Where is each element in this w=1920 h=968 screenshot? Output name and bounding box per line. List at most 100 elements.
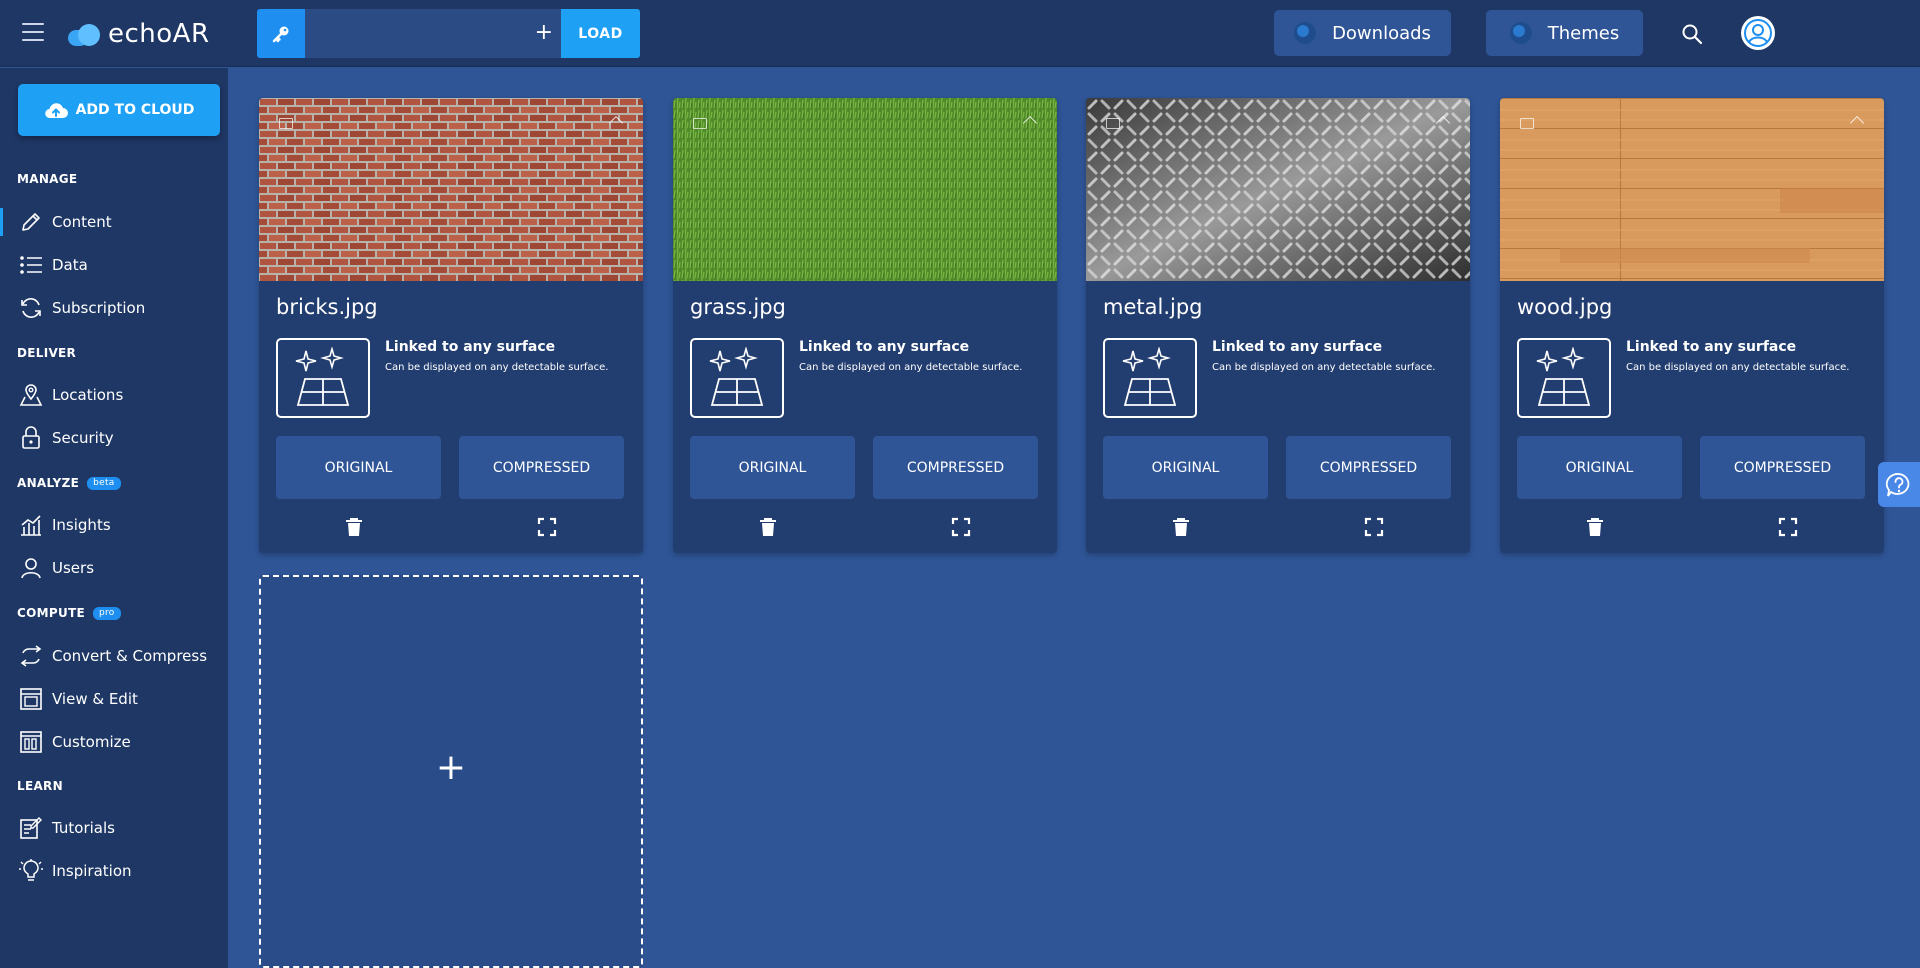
trash-icon[interactable]	[1586, 517, 1604, 537]
surface-sparkle-icon	[276, 338, 370, 418]
original-button[interactable]: ORIGINAL	[1103, 436, 1268, 499]
section-analyze: ANALYZE beta	[17, 476, 121, 490]
surface-title: Linked to any surface	[385, 339, 556, 355]
surface-title: Linked to any surface	[1626, 339, 1797, 355]
search-icon[interactable]	[1680, 22, 1704, 46]
fullscreen-icon[interactable]	[1778, 517, 1798, 537]
fullscreen-icon[interactable]	[951, 517, 971, 537]
surface-title: Linked to any surface	[1212, 339, 1383, 355]
original-button[interactable]: ORIGINAL	[1517, 436, 1682, 499]
sidebar-item-insights[interactable]: Insights	[0, 507, 228, 543]
downloads-button[interactable]: Downloads	[1274, 10, 1451, 56]
card-select-icon[interactable]	[279, 118, 293, 129]
section-manage: MANAGE	[17, 172, 78, 186]
echoar-logo[interactable]: echoAR	[68, 16, 210, 52]
original-button[interactable]: ORIGINAL	[276, 436, 441, 499]
sidebar-item-label: Insights	[52, 516, 111, 534]
themes-button[interactable]: Themes	[1486, 10, 1643, 56]
pencil-icon	[18, 209, 44, 235]
fullscreen-icon[interactable]	[1364, 517, 1384, 537]
sidebar-item-label: Customize	[52, 733, 131, 751]
card-title: metal.jpg	[1103, 295, 1203, 319]
surface-sparkle-icon	[1517, 338, 1611, 418]
section-compute-label: COMPUTE	[17, 606, 85, 620]
notebook-edit-icon	[18, 815, 44, 841]
card-select-icon[interactable]	[693, 118, 707, 129]
themes-icon	[1509, 22, 1532, 44]
beta-badge: beta	[87, 476, 121, 490]
sidebar-item-content[interactable]: Content	[0, 204, 228, 240]
user-avatar[interactable]	[1741, 16, 1775, 50]
add-key-icon[interactable]: +	[535, 21, 553, 45]
sidebar-item-convert-compress[interactable]: Convert & Compress	[0, 638, 228, 674]
sidebar-item-label: Security	[52, 429, 114, 447]
fullscreen-icon[interactable]	[537, 517, 557, 537]
sidebar-item-view-edit[interactable]: View & Edit	[0, 681, 228, 717]
sidebar-item-subscription[interactable]: Subscription	[0, 290, 228, 326]
sidebar: ADD TO CLOUD MANAGE Content Data Subscri…	[0, 68, 228, 968]
compressed-button[interactable]: COMPRESSED	[459, 436, 624, 499]
sidebar-item-inspiration[interactable]: Inspiration	[0, 853, 228, 889]
bar-chart-icon	[18, 512, 44, 538]
add-to-cloud-button[interactable]: ADD TO CLOUD	[18, 84, 220, 136]
load-button[interactable]: LOAD	[561, 9, 640, 58]
content-card[interactable]: bricks.jpg Linked to any surface Can be …	[259, 98, 643, 553]
downloads-icon	[1294, 22, 1317, 44]
help-button[interactable]	[1878, 462, 1920, 507]
compressed-button[interactable]: COMPRESSED	[1286, 436, 1451, 499]
content-card[interactable]: metal.jpg Linked to any surface Can be d…	[1086, 98, 1470, 553]
trash-icon[interactable]	[345, 517, 363, 537]
surface-title: Linked to any surface	[799, 339, 970, 355]
card-title: grass.jpg	[690, 295, 786, 319]
add-to-cloud-label: ADD TO CLOUD	[75, 102, 195, 118]
sidebar-item-label: Tutorials	[52, 819, 115, 837]
help-icon	[1885, 472, 1910, 497]
sidebar-item-label: Content	[52, 213, 112, 231]
trash-icon[interactable]	[759, 517, 777, 537]
sidebar-item-locations[interactable]: Locations	[0, 377, 228, 413]
card-select-icon[interactable]	[1106, 118, 1120, 129]
compressed-button[interactable]: COMPRESSED	[873, 436, 1038, 499]
section-analyze-label: ANALYZE	[17, 476, 80, 490]
surface-description: Can be displayed on any detectable surfa…	[799, 362, 1023, 373]
sidebar-item-tutorials[interactable]: Tutorials	[0, 810, 228, 846]
content-card[interactable]: wood.jpg Linked to any surface Can be di…	[1500, 98, 1884, 553]
refresh-icon	[18, 295, 44, 321]
card-texture-image[interactable]	[259, 98, 643, 281]
sidebar-item-users[interactable]: Users	[0, 550, 228, 586]
content-card[interactable]: grass.jpg Linked to any surface Can be d…	[673, 98, 1057, 553]
sidebar-item-data[interactable]: Data	[0, 247, 228, 283]
trash-icon[interactable]	[1172, 517, 1190, 537]
section-deliver: DELIVER	[17, 346, 77, 360]
surface-description: Can be displayed on any detectable surfa…	[1626, 362, 1850, 373]
key-button[interactable]	[257, 9, 305, 58]
downloads-label: Downloads	[1332, 22, 1431, 44]
sidebar-item-label: Locations	[52, 386, 124, 404]
cloud-logo-icon	[68, 22, 104, 46]
cloud-upload-icon	[44, 103, 68, 119]
map-pin-icon	[18, 382, 44, 408]
window-edit-icon	[18, 686, 44, 712]
card-texture-image[interactable]	[1500, 98, 1884, 281]
lock-icon	[18, 425, 44, 451]
sidebar-item-customize[interactable]: Customize	[0, 724, 228, 760]
add-content-card[interactable]: +	[259, 575, 643, 968]
scrollbar[interactable]	[1914, 68, 1920, 968]
compressed-button[interactable]: COMPRESSED	[1700, 436, 1865, 499]
user-avatar-icon	[1744, 19, 1772, 47]
top-bar: echoAR + LOAD Downloads Themes	[0, 0, 1920, 67]
api-key-bar: + LOAD	[257, 9, 640, 58]
sidebar-item-label: Convert & Compress	[52, 647, 208, 665]
card-select-icon[interactable]	[1520, 118, 1534, 129]
api-key-input[interactable]: +	[305, 9, 561, 58]
surface-description: Can be displayed on any detectable surfa…	[1212, 362, 1436, 373]
section-compute: COMPUTE pro	[17, 606, 121, 620]
sidebar-item-security[interactable]: Security	[0, 420, 228, 456]
surface-description: Can be displayed on any detectable surfa…	[385, 362, 609, 373]
card-texture-image[interactable]	[1086, 98, 1470, 281]
card-texture-image[interactable]	[673, 98, 1057, 281]
card-title: wood.jpg	[1517, 295, 1613, 319]
user-icon	[18, 555, 44, 581]
original-button[interactable]: ORIGINAL	[690, 436, 855, 499]
hamburger-menu-icon[interactable]	[22, 23, 46, 43]
